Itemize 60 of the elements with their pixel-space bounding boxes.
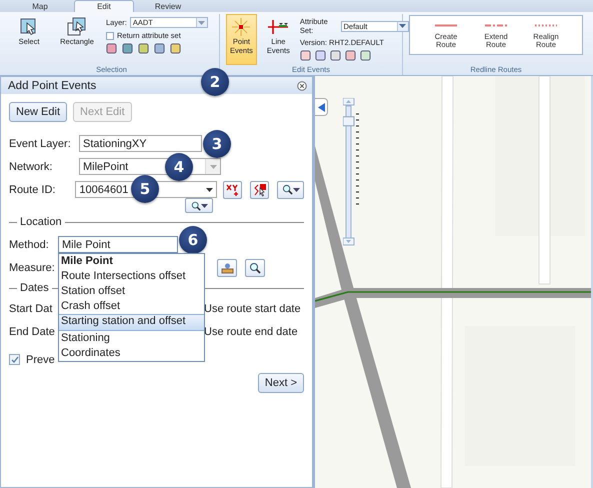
close-icon[interactable] <box>297 80 307 90</box>
ribbon-tab[interactable]: Edit <box>74 0 134 12</box>
menu-item[interactable]: Coordinates <box>59 346 204 361</box>
zoom-menu-button[interactable] <box>185 198 213 213</box>
menu-item[interactable]: Crash offset <box>59 299 204 314</box>
ribbon-tab[interactable]: Map <box>10 0 70 12</box>
caret-icon <box>206 188 213 192</box>
zoom-slider[interactable] <box>343 98 361 248</box>
method-dropdown[interactable]: Mile Point <box>58 236 178 253</box>
search-icon[interactable] <box>249 262 261 274</box>
search-icon[interactable] <box>282 184 293 195</box>
field-label: Route ID: <box>9 184 56 196</box>
collapse-button[interactable] <box>315 98 328 116</box>
field-label: Measure: <box>9 262 54 274</box>
menu-item[interactable]: Stationing <box>59 331 204 346</box>
ribbon-tab[interactable]: Review <box>138 0 198 12</box>
caret-icon <box>200 204 208 208</box>
line-event-icon <box>267 17 290 37</box>
checkbox-label: Preve <box>26 354 55 366</box>
input-field[interactable]: StationingXY <box>79 135 202 152</box>
sparkle-point-icon <box>231 17 252 37</box>
section-legend: Location <box>20 216 62 228</box>
menu-item[interactable]: Mile Point <box>59 254 204 269</box>
next-button[interactable]: Next > <box>258 373 304 393</box>
zoom-menu-button[interactable] <box>277 180 304 198</box>
caret-icon <box>198 20 206 24</box>
check-icon <box>10 356 18 364</box>
menu-item[interactable]: Station offset <box>59 284 204 299</box>
panel-title: Add Point Events <box>8 80 96 92</box>
option-label: Use route end date <box>204 326 299 338</box>
menu-item[interactable]: Route Intersections offset <box>59 269 204 284</box>
xy-plus-icon <box>226 184 240 196</box>
search-icon[interactable] <box>190 200 200 210</box>
pick-route-button[interactable] <box>250 180 270 198</box>
caret-icon <box>210 164 216 168</box>
left-triangle-icon <box>318 102 324 112</box>
checkbox[interactable] <box>106 32 114 40</box>
checkbox[interactable] <box>9 354 20 365</box>
zoom-button[interactable] <box>245 258 265 276</box>
field-label: Event Layer: <box>9 138 72 150</box>
line-icon <box>485 24 507 27</box>
slider-thumb[interactable] <box>343 116 354 126</box>
measure-pick-button[interactable] <box>217 258 237 276</box>
edit-button[interactable]: New Edit <box>9 102 68 122</box>
route-pick-icon <box>252 182 267 196</box>
field-label: Network: <box>9 160 54 172</box>
field-label: Method: <box>9 238 50 250</box>
ruler-icon <box>220 262 234 274</box>
section-legend: Dates <box>20 282 49 294</box>
field-label: End Date <box>9 326 55 338</box>
square-icon[interactable] <box>122 43 133 54</box>
caret-icon <box>399 24 406 28</box>
field-label: Start Dat <box>9 302 52 314</box>
line-icon <box>535 24 557 27</box>
add-xy-button[interactable] <box>223 180 242 198</box>
line-icon <box>435 24 457 27</box>
rectangle-select-icon <box>67 17 87 37</box>
option-label: Use route start date <box>204 302 302 314</box>
caret-icon <box>292 188 300 192</box>
menu-item[interactable]: Starting station and offset <box>59 314 204 331</box>
